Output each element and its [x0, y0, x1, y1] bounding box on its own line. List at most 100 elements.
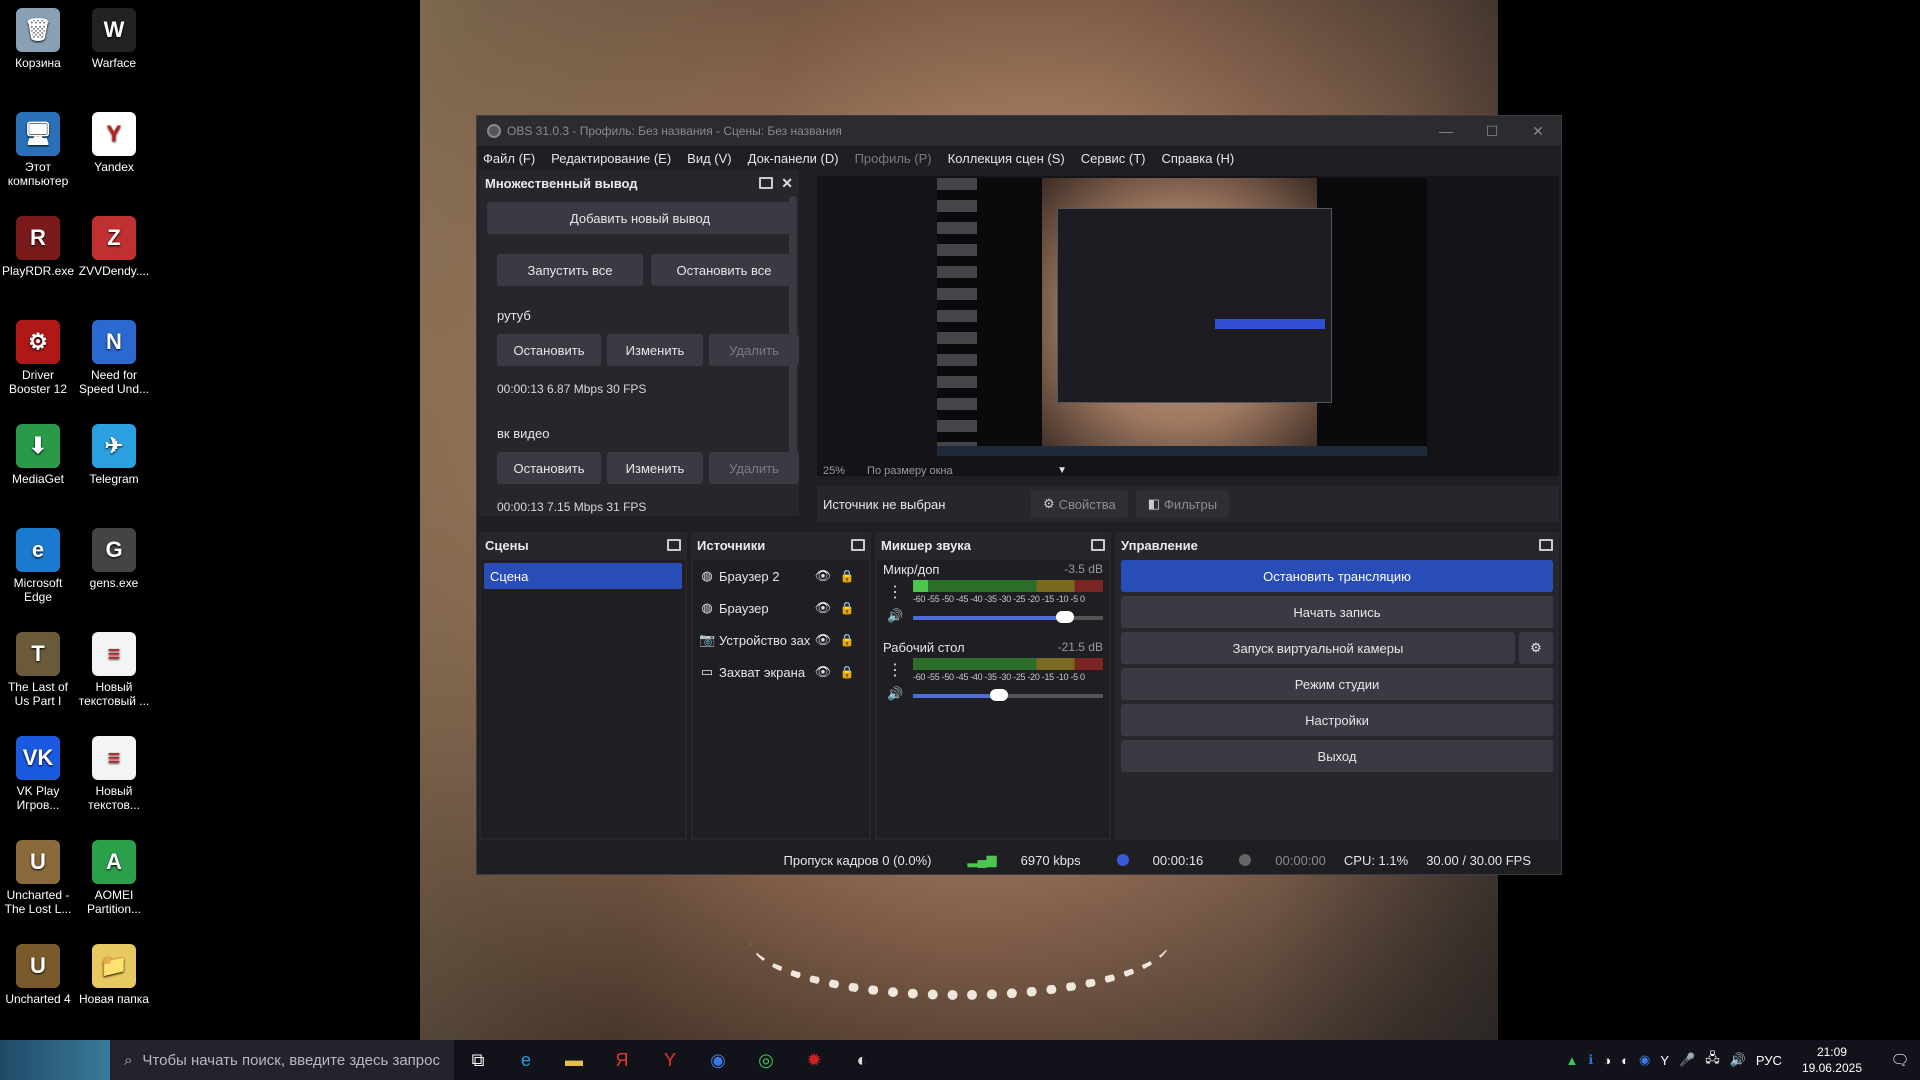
speaker-icon[interactable]: 🔊	[887, 686, 903, 702]
menu-view[interactable]: Вид (V)	[687, 151, 731, 166]
eye-icon[interactable]: 👁	[811, 568, 835, 584]
multi-output-scrollbar[interactable]	[789, 196, 797, 466]
start-record-button[interactable]: Начать запись	[1121, 596, 1553, 628]
undock-icon[interactable]	[1091, 539, 1105, 551]
stop-stream-button[interactable]: Остановить трансляцию	[1121, 560, 1553, 592]
volume-slider-handle[interactable]	[1056, 611, 1074, 623]
volume-tray-icon[interactable]: 🔊	[1730, 1052, 1746, 1068]
obs-tray-icon[interactable]: ◐	[1621, 1053, 1629, 1068]
menu-profile[interactable]: Профиль (P)	[855, 151, 932, 166]
speaker-icon[interactable]: 🔊	[887, 608, 903, 624]
info-tray-icon[interactable]: ℹ	[1588, 1052, 1593, 1068]
desktop-icon[interactable]: ⚙ Driver Booster 12	[0, 320, 76, 396]
desktop-icon[interactable]: Ggens.exe	[76, 528, 152, 590]
undock-icon[interactable]	[1539, 539, 1553, 551]
virtual-camera-settings-button[interactable]: ⚙	[1519, 632, 1553, 664]
scale-mode-select[interactable]: По размеру окна ▼	[867, 465, 1067, 477]
output-edit-button[interactable]: Изменить	[607, 334, 703, 366]
desktop-icon[interactable]: 📁 Новая папка	[76, 944, 152, 1006]
preview-area[interactable]	[817, 176, 1559, 476]
obs-taskbar-icon[interactable]: ◐	[838, 1040, 886, 1080]
lock-icon[interactable]: 🔒	[835, 601, 859, 615]
maximize-button[interactable]: ☐	[1469, 123, 1515, 140]
exit-button[interactable]: Выход	[1121, 740, 1553, 772]
vkplay-taskbar-icon[interactable]: ◉	[694, 1040, 742, 1080]
settings-button[interactable]: Настройки	[1121, 704, 1553, 736]
menu-scene-collection[interactable]: Коллекция сцен (S)	[948, 151, 1065, 166]
properties-button[interactable]: ⚙ Свойства	[1031, 490, 1128, 518]
close-window-button[interactable]: ✕	[1515, 123, 1561, 140]
driver-booster-taskbar-icon[interactable]: ✹	[790, 1040, 838, 1080]
eye-icon[interactable]: 👁	[811, 664, 835, 680]
start-all-button[interactable]: Запустить все	[497, 254, 643, 286]
clock[interactable]: 21:09 19.06.2025	[1802, 1044, 1862, 1076]
undock-icon[interactable]	[851, 539, 865, 551]
volume-slider-handle[interactable]	[989, 689, 1008, 701]
eye-icon[interactable]: 👁	[811, 600, 835, 616]
close-dock-icon[interactable]: ✕	[781, 175, 793, 192]
studio-mode-button[interactable]: Режим студии	[1121, 668, 1553, 700]
menu-edit[interactable]: Редактирование (E)	[551, 151, 671, 166]
desktop-icon[interactable]: T The Last of Us Part I	[0, 632, 76, 708]
network-tray-icon[interactable]: 🖧	[1705, 1049, 1720, 1071]
output-stop-button[interactable]: Остановить	[497, 334, 601, 366]
stop-all-button[interactable]: Остановить все	[651, 254, 797, 286]
desktop-icon[interactable]: W Warface	[76, 8, 152, 70]
volume-slider[interactable]	[913, 616, 1103, 620]
menu-docks[interactable]: Док-панели (D)	[748, 151, 839, 166]
source-item[interactable]: ◍ Браузер 👁 🔒	[693, 592, 869, 624]
menu-tools[interactable]: Сервис (T)	[1081, 151, 1146, 166]
output-stop-button[interactable]: Остановить	[497, 452, 601, 484]
desktop-icon[interactable]: 🖥 Этот компьютер	[0, 112, 76, 188]
output-delete-button[interactable]: Удалить	[709, 452, 799, 484]
lock-icon[interactable]: 🔒	[835, 665, 859, 679]
desktop-icon[interactable]: N Need for Speed Und...	[76, 320, 152, 396]
source-item[interactable]: ◍ Браузер 2 👁 🔒	[693, 560, 869, 592]
desktop-icon[interactable]: ✈ Telegram	[76, 424, 152, 486]
desktop-icon[interactable]: R PlayRDR.exe	[0, 216, 76, 278]
vkplay-tray-icon[interactable]: ◉	[1639, 1052, 1650, 1068]
nvidia-tray-icon[interactable]: ▲	[1565, 1053, 1578, 1068]
steam-tray-icon[interactable]: ◑	[1603, 1053, 1611, 1068]
whatsapp-taskbar-icon[interactable]: ◎	[742, 1040, 790, 1080]
notification-icon[interactable]: 🗨	[1880, 1051, 1920, 1069]
start-button[interactable]	[0, 1040, 110, 1080]
lock-icon[interactable]: 🔒	[835, 569, 859, 583]
preview-canvas[interactable]	[937, 178, 1427, 456]
edge-taskbar-icon[interactable]: e	[502, 1040, 550, 1080]
yandex-taskbar-icon[interactable]: Y	[646, 1040, 694, 1080]
language-indicator[interactable]: РУС	[1756, 1053, 1782, 1068]
yandex-tray-icon[interactable]: Y	[1660, 1053, 1669, 1068]
undock-icon[interactable]	[759, 177, 774, 189]
add-output-button[interactable]: Добавить новый вывод	[487, 202, 793, 234]
output-delete-button[interactable]: Удалить	[709, 334, 799, 366]
desktop-icon[interactable]: VK VK Play Игров...	[0, 736, 76, 812]
taskbar-search[interactable]: ⌕ Чтобы начать поиск, введите здесь запр…	[110, 1040, 454, 1080]
eye-icon[interactable]: 👁	[811, 632, 835, 648]
yandex-browser-taskbar-icon[interactable]: Я	[598, 1040, 646, 1080]
minimize-button[interactable]: —	[1423, 123, 1469, 140]
output-edit-button[interactable]: Изменить	[607, 452, 703, 484]
desktop-icon[interactable]: e Microsoft Edge	[0, 528, 76, 604]
desktop-icon[interactable]: U Uncharted - The Lost L...	[0, 840, 76, 916]
desktop-icon[interactable]: U Uncharted 4	[0, 944, 76, 1006]
desktop-icon[interactable]: ≡ Новый текстовый ...	[76, 632, 152, 708]
kebab-menu-icon[interactable]: ⋮	[887, 660, 903, 680]
volume-slider[interactable]	[913, 694, 1103, 698]
desktop-icon[interactable]: Y Yandex	[76, 112, 152, 174]
virtual-camera-button[interactable]: Запуск виртуальной камеры	[1121, 632, 1515, 664]
desktop-icon[interactable]: Z ZVVDendy....	[76, 216, 152, 278]
undock-icon[interactable]	[667, 539, 681, 551]
explorer-taskbar-icon[interactable]: ▬	[550, 1040, 598, 1080]
source-item[interactable]: 📷 Устройство захвата 👁 🔒	[693, 624, 869, 656]
menu-help[interactable]: Справка (H)	[1162, 151, 1235, 166]
source-item[interactable]: ▭ Захват экрана 👁 🔒	[693, 656, 869, 688]
microphone-tray-icon[interactable]: 🎤	[1679, 1052, 1695, 1068]
desktop-icon[interactable]: ≡ Новый текстов...	[76, 736, 152, 812]
lock-icon[interactable]: 🔒	[835, 633, 859, 647]
menu-file[interactable]: Файл (F)	[483, 151, 535, 166]
desktop-icon[interactable]: ⬇ MediaGet	[0, 424, 76, 486]
scene-item[interactable]: Сцена	[484, 563, 682, 589]
kebab-menu-icon[interactable]: ⋮	[887, 582, 903, 602]
desktop-icon[interactable]: 🗑 Корзина	[0, 8, 76, 70]
